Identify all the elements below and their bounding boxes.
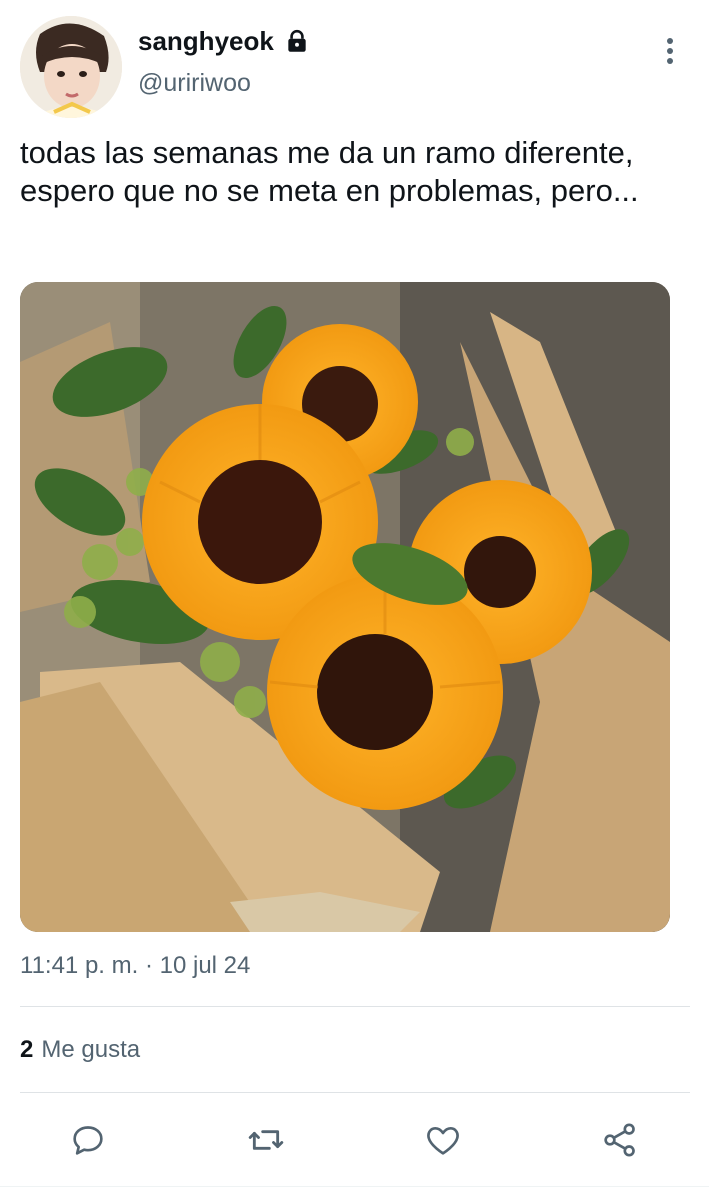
like-icon (427, 1127, 459, 1155)
likes-stat[interactable]: 2 Me gusta (20, 1036, 140, 1064)
pleading-face-emoji (243, 210, 281, 323)
tweet-header: sanghyeok @uririwoo (20, 16, 690, 120)
more-options-icon[interactable] (664, 36, 676, 66)
like-button[interactable] (415, 1112, 471, 1168)
bottom-edge (0, 1186, 709, 1201)
retweet-icon (248, 1130, 284, 1150)
reply-icon (73, 1126, 103, 1155)
retweet-button[interactable] (238, 1112, 294, 1168)
lock-icon (284, 29, 310, 55)
share-button[interactable] (592, 1112, 648, 1168)
sunflower-bouquet-photo (20, 282, 670, 932)
display-name[interactable]: sanghyeok (138, 26, 274, 57)
divider (20, 1006, 690, 1007)
likes-count: 2 (20, 1036, 34, 1063)
share-icon (604, 1123, 635, 1157)
tweet-actions (0, 1112, 709, 1168)
divider (20, 1092, 690, 1093)
avatar[interactable] (20, 16, 122, 118)
reply-button[interactable] (60, 1112, 116, 1168)
tweet-media-photo[interactable] (20, 282, 670, 932)
tweet-timestamp[interactable]: 11:41 p. m. · 10 jul 24 (20, 952, 250, 980)
likes-label: Me gusta (41, 1036, 141, 1063)
author-handle[interactable]: @uririwoo (138, 69, 310, 98)
author-names: sanghyeok @uririwoo (138, 26, 310, 98)
